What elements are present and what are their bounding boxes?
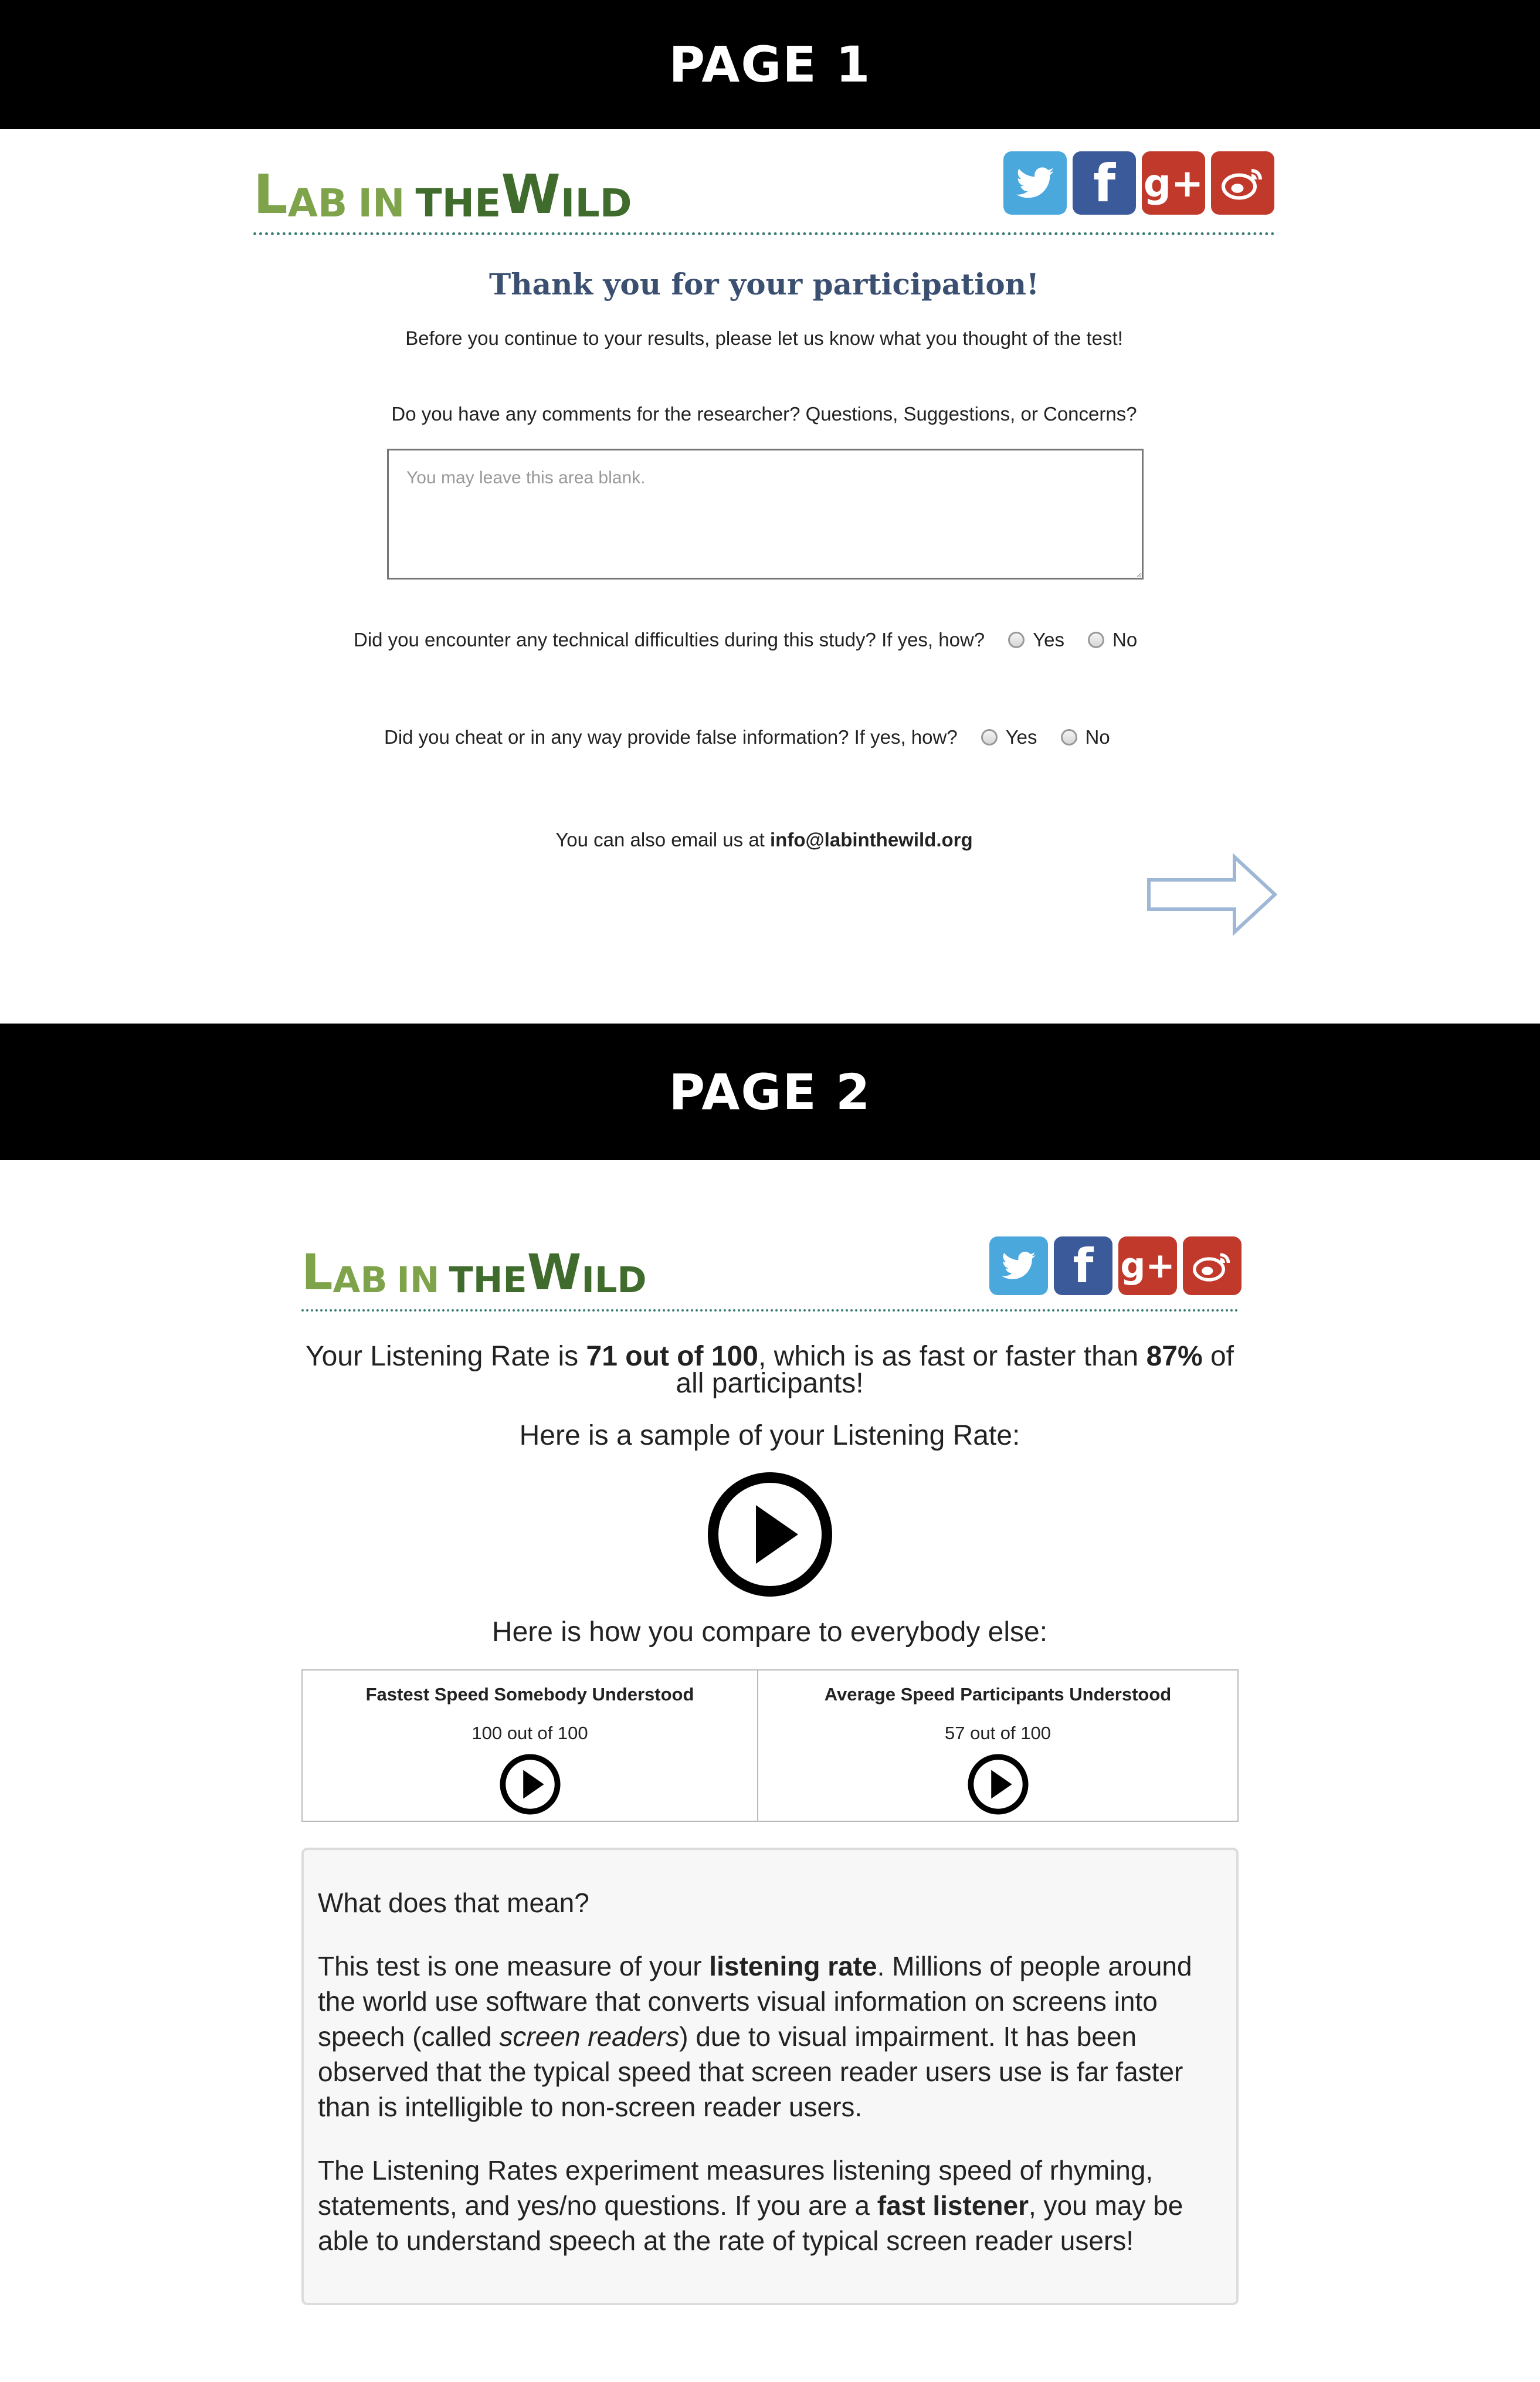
page2-banner-label: PAGE 2 bbox=[669, 1063, 871, 1121]
average-speed-cell: Average Speed Participants Understood 57… bbox=[757, 1669, 1239, 1822]
fastest-value: 100 out of 100 bbox=[472, 1723, 588, 1743]
play-icon bbox=[967, 1754, 1029, 1815]
logo-the: THE bbox=[415, 181, 501, 226]
weibo-icon[interactable] bbox=[1211, 151, 1274, 215]
fastest-header: Fastest Speed Somebody Understood bbox=[365, 1684, 694, 1705]
email-prefix: You can also email us at bbox=[555, 829, 771, 851]
radio-circle[interactable] bbox=[981, 729, 998, 746]
cheat-yes-radio[interactable]: Yes bbox=[981, 726, 1037, 748]
intro-text: Before you continue to your results, ple… bbox=[405, 327, 1123, 349]
logo-wild-initial: W bbox=[501, 163, 561, 226]
explanation-paragraph-1: This test is one measure of your listeni… bbox=[318, 1949, 1222, 2125]
radio-circle[interactable] bbox=[1060, 729, 1077, 746]
google-plus-icon[interactable]: g+ bbox=[1142, 151, 1205, 215]
comments-question: Do you have any comments for the researc… bbox=[391, 403, 1137, 425]
cheat-question: Did you cheat or in any way provide fals… bbox=[384, 726, 958, 748]
cheat-row: Did you cheat or in any way provide fals… bbox=[384, 726, 1110, 748]
logo-lab-initial: L bbox=[253, 163, 288, 226]
twitter-icon[interactable] bbox=[1003, 151, 1067, 215]
technical-yes-radio[interactable]: Yes bbox=[1008, 629, 1064, 651]
explanation-panel: What does that mean? This test is one me… bbox=[301, 1848, 1239, 2305]
p1-bold: listening rate bbox=[709, 1951, 877, 1981]
rate-percent: 87% bbox=[1146, 1341, 1203, 1372]
explanation-paragraph-2: The Listening Rates experiment measures … bbox=[318, 2153, 1222, 2258]
email-line: You can also email us at info@labinthewi… bbox=[253, 829, 1275, 851]
cheat-no-radio[interactable]: No bbox=[1060, 726, 1110, 748]
play-icon bbox=[499, 1754, 561, 1815]
technical-no-radio[interactable]: No bbox=[1088, 629, 1137, 651]
logo[interactable]: L AB IN THE W ILD bbox=[301, 1243, 647, 1301]
facebook-icon[interactable]: f bbox=[1073, 151, 1136, 215]
sample-play-button[interactable] bbox=[707, 1471, 833, 1601]
logo-lab-rest: AB bbox=[333, 1260, 388, 1301]
p1-text-a: This test is one measure of your bbox=[318, 1951, 710, 1981]
radio-circle[interactable] bbox=[1008, 632, 1025, 648]
social-links: f g+ bbox=[1003, 151, 1274, 215]
p1-italic: screen readers bbox=[499, 2021, 680, 2052]
radio-yes-label: Yes bbox=[1005, 726, 1037, 748]
logo-in: IN bbox=[396, 1260, 440, 1301]
facebook-icon[interactable]: f bbox=[1054, 1236, 1112, 1295]
fastest-speed-cell: Fastest Speed Somebody Understood 100 ou… bbox=[301, 1669, 758, 1822]
comments-textarea[interactable] bbox=[387, 449, 1144, 580]
listening-rate-summary: Your Listening Rate is 71 out of 100, wh… bbox=[293, 1341, 1246, 1398]
sample-label: Here is a sample of your Listening Rate: bbox=[519, 1420, 1020, 1451]
average-value: 57 out of 100 bbox=[945, 1723, 1051, 1743]
page-title: Thank you for your participation! bbox=[489, 267, 1039, 301]
radio-no-label: No bbox=[1112, 629, 1138, 650]
fastest-play-button[interactable] bbox=[303, 1753, 757, 1818]
right-arrow-icon bbox=[1147, 853, 1278, 936]
radio-circle[interactable] bbox=[1088, 632, 1105, 648]
google-plus-icon[interactable]: g+ bbox=[1118, 1236, 1177, 1295]
technical-question: Did you encounter any technical difficul… bbox=[354, 629, 985, 650]
average-header: Average Speed Participants Understood bbox=[824, 1684, 1172, 1705]
weibo-icon[interactable] bbox=[1183, 1236, 1242, 1295]
play-icon bbox=[708, 1472, 832, 1597]
radio-yes-label: Yes bbox=[1033, 629, 1065, 650]
logo-lab-rest: AB bbox=[287, 181, 348, 226]
page1-banner: PAGE 1 bbox=[0, 0, 1540, 129]
logo-the: THE bbox=[449, 1260, 527, 1301]
logo-wild-rest: ILD bbox=[581, 1260, 647, 1301]
header-divider bbox=[253, 232, 1275, 235]
logo-wild-rest: ILD bbox=[560, 181, 632, 226]
meaning-title: What does that mean? bbox=[318, 1888, 589, 1918]
email-link[interactable]: info@labinthewild.org bbox=[770, 829, 973, 851]
logo-in: IN bbox=[358, 181, 405, 226]
radio-no-label: No bbox=[1085, 726, 1110, 748]
twitter-icon[interactable] bbox=[989, 1236, 1048, 1295]
logo[interactable]: L AB IN THE W ILD bbox=[253, 163, 632, 226]
rate-prefix: Your Listening Rate is bbox=[305, 1341, 586, 1372]
p2-bold: fast listener bbox=[877, 2190, 1029, 2221]
header-divider bbox=[301, 1309, 1239, 1312]
social-links: f g+ bbox=[989, 1236, 1242, 1295]
comparison-table: Fastest Speed Somebody Understood 100 ou… bbox=[301, 1669, 1239, 1822]
logo-lab-initial: L bbox=[301, 1243, 333, 1301]
average-play-button[interactable] bbox=[759, 1753, 1237, 1818]
next-arrow-button[interactable] bbox=[1146, 853, 1278, 938]
page1-banner-label: PAGE 1 bbox=[669, 36, 871, 93]
page2-banner: PAGE 2 bbox=[0, 1024, 1540, 1160]
compare-label: Here is how you compare to everybody els… bbox=[491, 1617, 1048, 1648]
logo-wild-initial: W bbox=[527, 1243, 582, 1301]
technical-difficulties-row: Did you encounter any technical difficul… bbox=[354, 629, 1137, 651]
